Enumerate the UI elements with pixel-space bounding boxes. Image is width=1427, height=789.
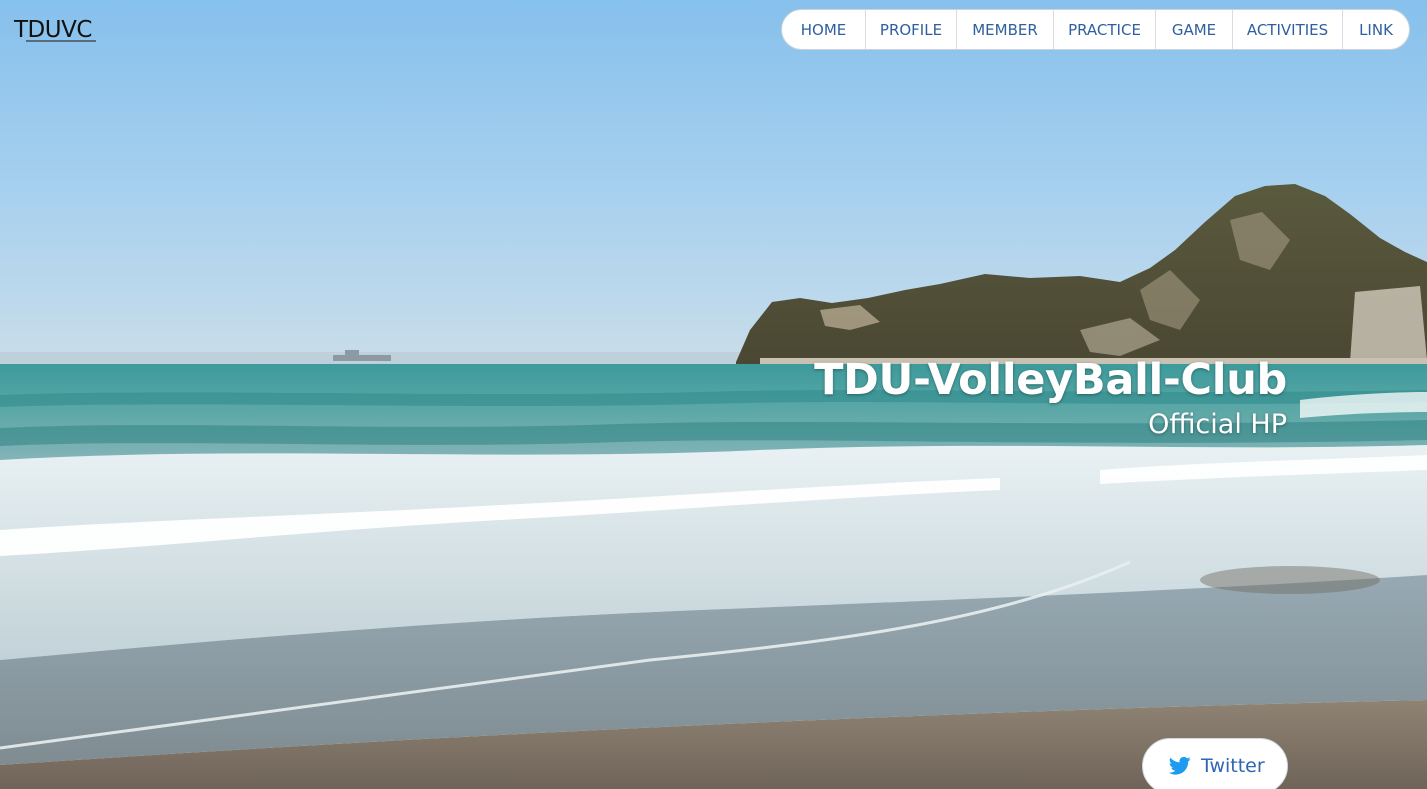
nav-item-home[interactable]: HOME bbox=[782, 10, 866, 49]
twitter-button[interactable]: Twitter bbox=[1142, 738, 1288, 789]
hero-title-block: TDU-VolleyBall-Club Official HP bbox=[814, 352, 1287, 442]
nav-item-member[interactable]: MEMBER bbox=[957, 10, 1054, 49]
nav-item-game[interactable]: GAME bbox=[1156, 10, 1233, 49]
site-logo[interactable]: TDUVC bbox=[12, 16, 98, 46]
hero-title: TDU-VolleyBall-Club bbox=[814, 355, 1287, 405]
nav-item-practice[interactable]: PRACTICE bbox=[1054, 10, 1156, 49]
hero-subtitle: Official HP bbox=[1148, 409, 1287, 440]
nav-item-activities[interactable]: ACTIVITIES bbox=[1233, 10, 1343, 49]
main-nav: HOME PROFILE MEMBER PRACTICE GAME ACTIVI… bbox=[781, 9, 1410, 50]
nav-item-link[interactable]: LINK bbox=[1343, 10, 1409, 49]
hero-section: TDUVC HOME PROFILE MEMBER PRACTICE GAME … bbox=[0, 0, 1427, 789]
nav-item-profile[interactable]: PROFILE bbox=[866, 10, 957, 49]
logo-underline bbox=[26, 40, 96, 42]
twitter-label: Twitter bbox=[1201, 755, 1265, 777]
twitter-bird-icon bbox=[1169, 756, 1191, 775]
